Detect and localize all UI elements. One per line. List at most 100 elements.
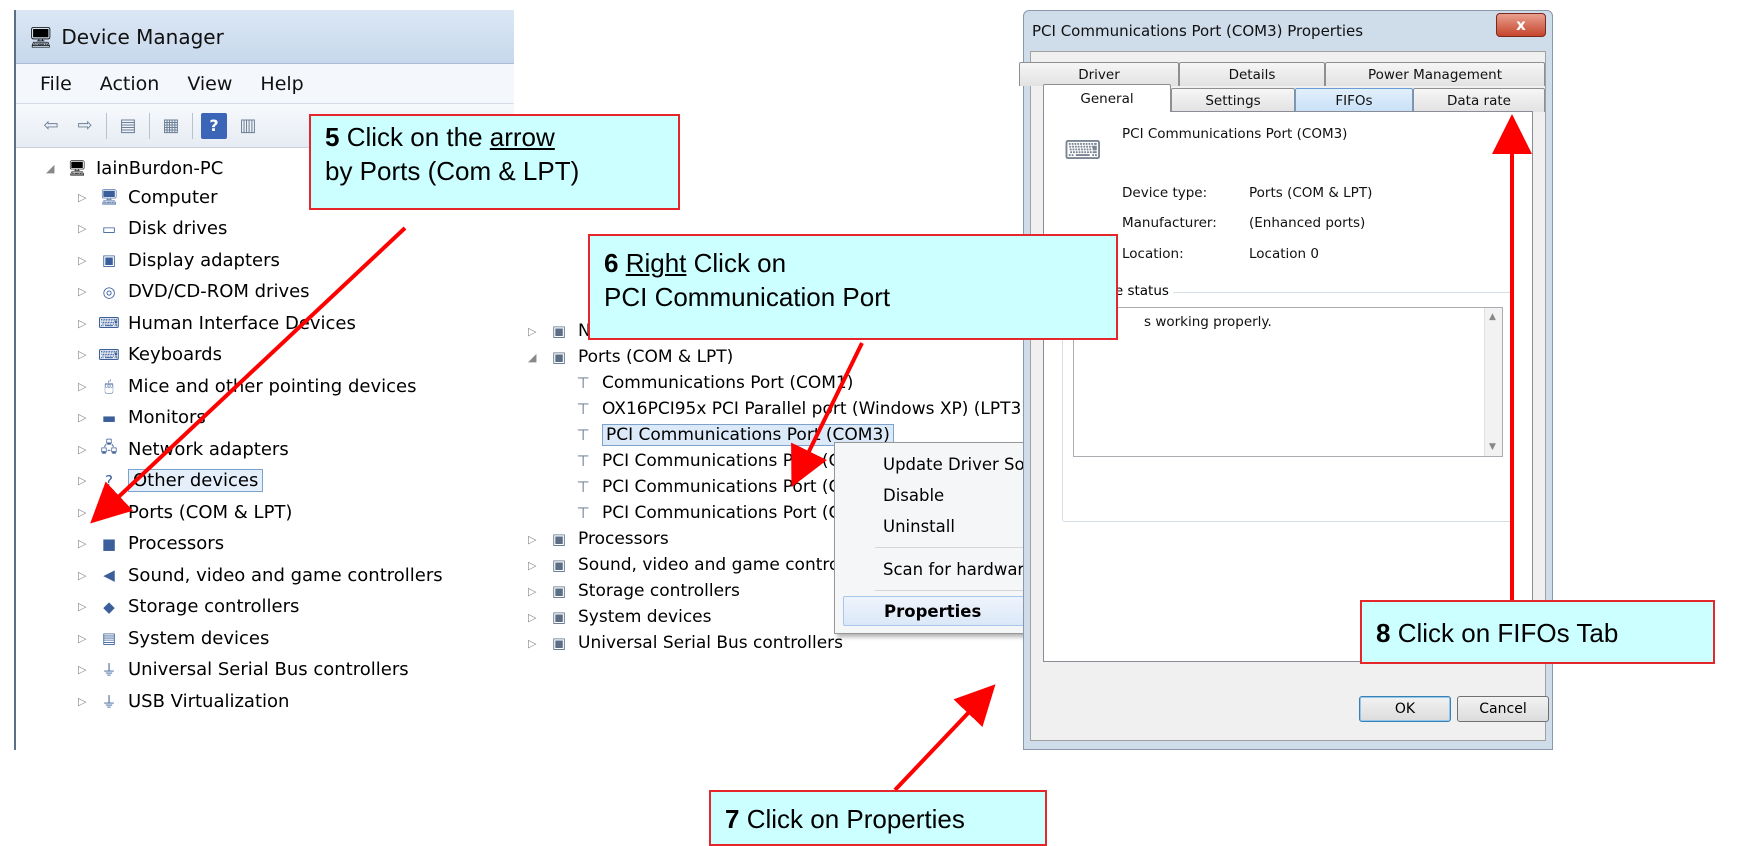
expand-arrow-icon[interactable]: ▷ xyxy=(78,474,92,487)
tree-item-label: Mice and other pointing devices xyxy=(128,375,417,397)
tree-item-label: Other devices xyxy=(128,469,264,492)
tree-item[interactable]: ▷ ▣ Sound, video and game controllers xyxy=(528,552,875,578)
category-icon: ▣ xyxy=(551,348,567,366)
tab-settings[interactable]: Settings xyxy=(1171,88,1295,112)
location-value: Location 0 xyxy=(1249,246,1319,262)
usb-icon: ⏚ xyxy=(101,661,117,679)
tree-item[interactable]: ▷ ▣ Universal Serial Bus controllers xyxy=(528,630,843,656)
back-icon[interactable]: ⇦ xyxy=(38,113,64,139)
tree-item-universal-serial-bus-controllers[interactable]: ▷ ⏚ Universal Serial Bus controllers xyxy=(78,656,409,684)
tree-item-human-interface-devices[interactable]: ▷ ⌨ Human Interface Devices xyxy=(78,309,356,337)
expand-arrow-icon[interactable]: ▷ xyxy=(78,222,92,235)
expand-arrow-icon[interactable]: ▷ xyxy=(78,348,92,361)
tree-item-display-adapters[interactable]: ▷ ▣ Display adapters xyxy=(78,246,280,274)
tree-item-storage-controllers[interactable]: ▷ ◆ Storage controllers xyxy=(78,593,299,621)
computer-icon: 🖥 xyxy=(67,159,87,177)
tree-item-monitors[interactable]: ▷ ▬ Monitors xyxy=(78,404,206,432)
monitor-icon: ▬ xyxy=(101,408,117,427)
tab-power-management[interactable]: Power Management xyxy=(1325,62,1545,86)
tree-item[interactable]: ▷ ▣ System devices xyxy=(528,604,712,630)
step-number: 6 xyxy=(604,248,619,278)
menu-action[interactable]: Action xyxy=(100,73,160,95)
expand-arrow-icon[interactable]: ▷ xyxy=(78,191,92,204)
collapse-arrow-icon[interactable]: ◢ xyxy=(46,162,60,175)
expand-arrow-icon[interactable]: ▷ xyxy=(528,325,542,338)
tree-child-item[interactable]: ⊤ Communications Port (COM1) xyxy=(572,370,853,396)
tree-item-label: Computer xyxy=(128,186,218,208)
tab-general[interactable]: General xyxy=(1043,84,1171,112)
tree-item-dvd-cd-rom-drives[interactable]: ▷ ◎ DVD/CD-ROM drives xyxy=(78,278,310,306)
close-button[interactable]: x xyxy=(1496,13,1546,37)
collapse-arrow-icon[interactable]: ◢ xyxy=(528,351,542,364)
expand-arrow-icon[interactable]: ▷ xyxy=(78,695,92,708)
expand-arrow-icon[interactable]: ▷ xyxy=(528,559,542,572)
show-hide-tree-icon[interactable]: ▤ xyxy=(115,113,141,139)
tree-item-usb-virtualization[interactable]: ▷ ⏚ USB Virtualization xyxy=(78,687,289,715)
scroll-up-icon[interactable]: ▲ xyxy=(1489,312,1496,322)
tree-item[interactable]: ◢ ▣ Ports (COM & LPT) xyxy=(528,344,733,370)
toolbar-divider xyxy=(149,112,150,139)
tab-details[interactable]: Details xyxy=(1179,62,1325,86)
scroll-down-icon[interactable]: ▼ xyxy=(1489,442,1496,452)
tree-item-label: USB Virtualization xyxy=(128,690,290,712)
tab-driver[interactable]: Driver xyxy=(1019,62,1179,86)
tree-item-label: OX16PCI95x PCI Parallel port (Windows XP… xyxy=(602,399,1028,419)
tree-item[interactable]: ▷ ▣ Processors xyxy=(528,526,669,552)
expand-arrow-icon[interactable]: ▷ xyxy=(528,611,542,624)
tree-child-item[interactable]: ⊤ PCI Communications Port (CO xyxy=(572,448,853,474)
menu-help[interactable]: Help xyxy=(260,73,303,95)
tree-item-disk-drives[interactable]: ▷ ▭ Disk drives xyxy=(78,215,227,243)
menu-file[interactable]: File xyxy=(40,73,72,95)
expand-arrow-icon[interactable]: ▷ xyxy=(78,663,92,676)
expand-arrow-icon[interactable]: ▷ xyxy=(528,637,542,650)
expand-arrow-icon[interactable]: ▷ xyxy=(78,254,92,267)
action-pane-icon[interactable]: ▥ xyxy=(235,113,261,139)
tree-child-item[interactable]: ⊤ PCI Communications Port (CO xyxy=(572,474,854,500)
expand-arrow-icon[interactable]: ▷ xyxy=(78,317,92,330)
expand-arrow-icon[interactable]: ▷ xyxy=(78,380,92,393)
tree-item-computer[interactable]: ▷ 🖥 Computer xyxy=(78,183,217,211)
tree-item-sound-video-and-game-controllers[interactable]: ▷ ◀ Sound, video and game controllers xyxy=(78,561,443,589)
tab-data-rate[interactable]: Data rate xyxy=(1413,88,1545,112)
tab-fifos[interactable]: FIFOs xyxy=(1295,88,1413,112)
expand-arrow-icon[interactable]: ▷ xyxy=(528,533,542,546)
device-manager-icon: 🖥 xyxy=(28,24,54,49)
device-status-textbox[interactable]: s working properly. ▲ ▼ xyxy=(1073,307,1503,457)
expand-arrow-icon[interactable]: ▷ xyxy=(78,443,92,456)
tree-item-label: System devices xyxy=(578,607,712,627)
ok-button[interactable]: OK xyxy=(1359,696,1451,722)
tree-child-item[interactable]: ⊤ OX16PCI95x PCI Parallel port (Windows X… xyxy=(572,396,1028,422)
tree-item-label: Communications Port (COM1) xyxy=(602,373,854,393)
help-icon[interactable]: ? xyxy=(201,112,227,139)
properties-icon[interactable]: ▦ xyxy=(158,113,184,139)
expand-arrow-icon[interactable]: ▷ xyxy=(528,585,542,598)
tree-item-system-devices[interactable]: ▷ ▤ System devices xyxy=(78,624,269,652)
tree-item-processors[interactable]: ▷ ■ Processors xyxy=(78,530,224,558)
port-icon: ⊤ xyxy=(576,426,590,444)
expand-arrow-icon[interactable]: ▷ xyxy=(78,537,92,550)
category-icon: ▣ xyxy=(551,322,567,340)
tree-item-label: PCI Communications Port (CO xyxy=(602,477,854,497)
expand-arrow-icon[interactable]: ▷ xyxy=(78,569,92,582)
tree-item-ports-com-lpt[interactable]: ▷ ⊤ Ports (COM & LPT) xyxy=(78,498,292,526)
menu-view[interactable]: View xyxy=(187,73,232,95)
cancel-button[interactable]: Cancel xyxy=(1457,696,1549,722)
tree-item-label: Human Interface Devices xyxy=(128,312,356,334)
status-scrollbar[interactable]: ▲ ▼ xyxy=(1484,308,1502,456)
tree-item-network-adapters[interactable]: ▷ 🖧 Network adapters xyxy=(78,435,289,463)
manufacturer-label: Manufacturer: xyxy=(1122,215,1217,231)
tree-item-keyboards[interactable]: ▷ ⌨ Keyboards xyxy=(78,341,222,369)
tree-item[interactable]: ▷ ▣ Storage controllers xyxy=(528,578,740,604)
tree-child-item[interactable]: ⊤ PCI Communications Port (CO xyxy=(572,500,853,526)
tree-item-mice-and-other-pointing-devices[interactable]: ▷ 🖱 Mice and other pointing devices xyxy=(78,372,416,400)
expand-arrow-icon[interactable]: ▷ xyxy=(78,506,92,519)
tree-root[interactable]: ◢ 🖥 IainBurdon-PC xyxy=(46,154,223,182)
callout-text: Click on Properties xyxy=(739,804,965,834)
expand-arrow-icon[interactable]: ▷ xyxy=(78,411,92,424)
expand-arrow-icon[interactable]: ▷ xyxy=(78,285,92,298)
tree-item-other-devices[interactable]: ▷? Other devices xyxy=(78,467,264,495)
tree-item-label: Storage controllers xyxy=(128,596,300,617)
forward-icon[interactable]: ⇨ xyxy=(72,113,98,139)
expand-arrow-icon[interactable]: ▷ xyxy=(78,632,92,645)
expand-arrow-icon[interactable]: ▷ xyxy=(78,600,92,613)
